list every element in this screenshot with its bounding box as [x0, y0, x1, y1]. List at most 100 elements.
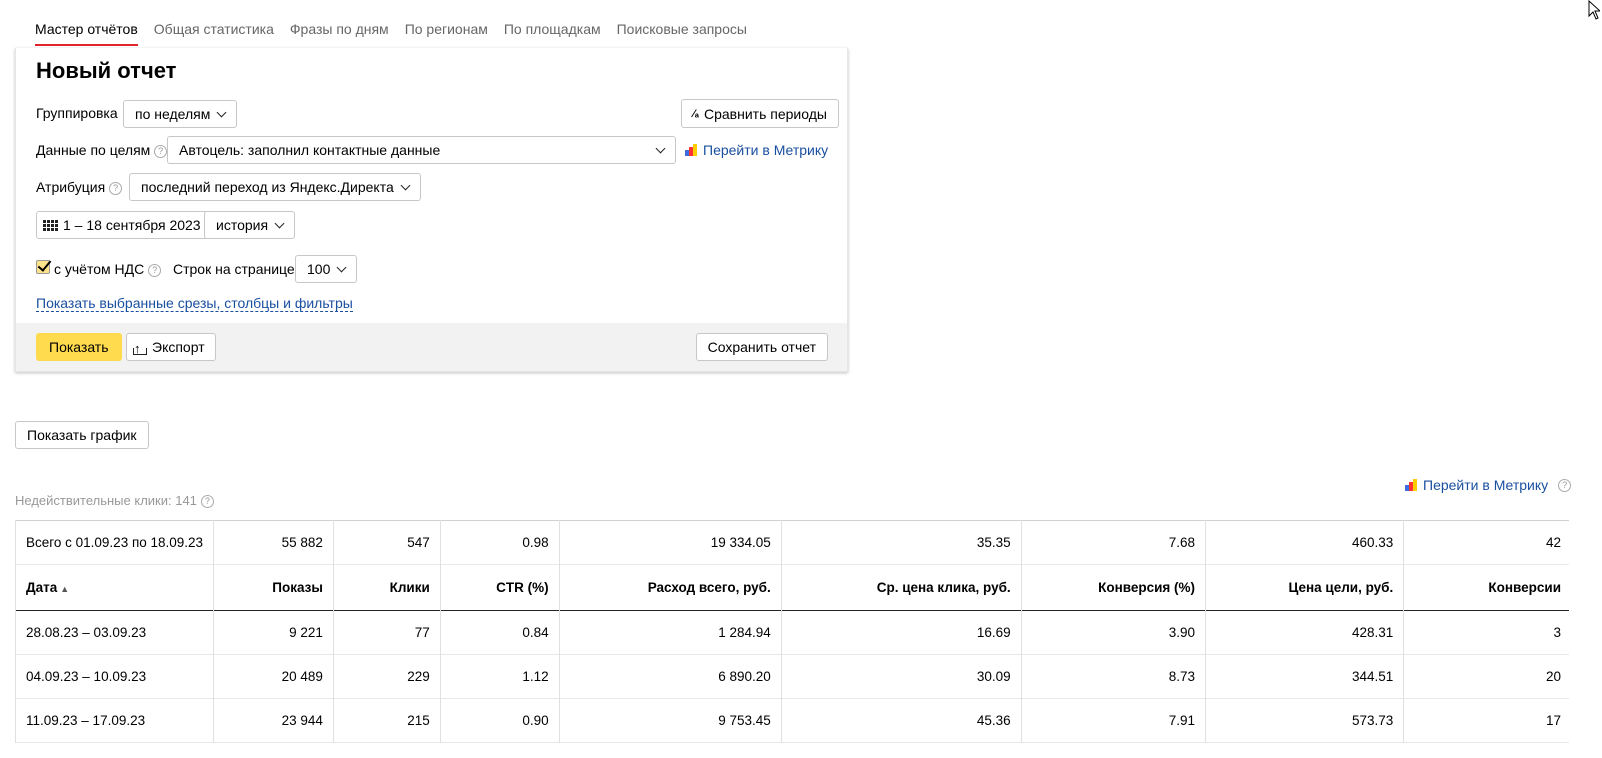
table-cell: 344.51: [1205, 654, 1405, 699]
attribution-select[interactable]: последний переход из Яндекс.Директа: [129, 173, 421, 201]
grouping-select[interactable]: по неделям: [123, 100, 238, 128]
column-header-impressions[interactable]: Показы: [213, 564, 334, 611]
tab-phrases-by-day[interactable]: Фразы по дням: [290, 18, 389, 46]
tab-search-queries[interactable]: Поисковые запросы: [617, 18, 747, 46]
help-icon[interactable]: ?: [1558, 478, 1572, 492]
help-icon[interactable]: ?: [109, 182, 123, 195]
show-filters-link[interactable]: Показать выбранные срезы, столбцы и филь…: [36, 295, 353, 312]
vat-checkbox[interactable]: [36, 260, 50, 274]
history-select[interactable]: история: [204, 211, 296, 239]
grouping-value: по неделям: [135, 106, 211, 122]
table-cell: 3.90: [1021, 610, 1207, 655]
rows-per-page-select[interactable]: 100: [295, 255, 358, 283]
vat-label: с учётом НДС?: [54, 261, 162, 277]
metrika-icon: [685, 144, 697, 156]
help-icon[interactable]: ?: [200, 495, 214, 508]
show-button[interactable]: Показать: [36, 333, 122, 361]
panel-footer: Показать Экспорт Сохранить отчет: [16, 323, 847, 371]
compare-icon: ⁄ₐ: [693, 107, 699, 120]
stats-table: Всего с 01.09.23 по 18.09.23 55 882 547 …: [14, 520, 1569, 743]
column-header-spend[interactable]: Расход всего, руб.: [559, 564, 782, 611]
totals-cell: 547: [333, 520, 441, 565]
goals-value: Автоцель: заполнил контактные данные: [179, 142, 441, 158]
totals-cell: 460.33: [1205, 520, 1405, 565]
sort-ascending-icon: ▲: [60, 584, 70, 594]
invalid-clicks-text: Недействительные клики: 141: [15, 493, 197, 508]
compare-periods-label: Сравнить периоды: [704, 105, 827, 122]
column-header-clicks[interactable]: Клики: [333, 564, 441, 611]
goals-select[interactable]: Автоцель: заполнил контактные данные: [167, 136, 676, 164]
column-header-goal-cost[interactable]: Цена цели, руб.: [1205, 564, 1405, 611]
table-cell: 7.91: [1021, 698, 1207, 743]
date-range-value: 1 – 18 сентября 2023: [63, 217, 201, 233]
chevron-down-icon: [336, 262, 347, 272]
totals-cell: Всего с 01.09.23 по 18.09.23: [14, 520, 215, 565]
totals-cell: 42: [1545, 535, 1561, 550]
go-to-metrika-link-2[interactable]: Перейти в Метрику ?: [1405, 477, 1572, 493]
attribution-label-text: Атрибуция: [36, 179, 106, 195]
totals-cell: 55 882: [213, 520, 334, 565]
totals-cell: 35.35: [781, 520, 1022, 565]
table-cell: 9 753.45: [559, 698, 782, 743]
compare-periods-button[interactable]: ⁄ₐ Сравнить периоды: [681, 99, 839, 128]
save-report-button[interactable]: Сохранить отчет: [695, 333, 828, 361]
table-cell: 229: [333, 654, 441, 699]
chevron-down-icon: [400, 180, 411, 190]
table-cell: 17: [1545, 713, 1561, 728]
page-title: Новый отчет: [36, 58, 177, 83]
column-header-ctr[interactable]: CTR (%): [440, 564, 560, 611]
export-button[interactable]: Экспорт: [126, 333, 216, 362]
help-icon[interactable]: ?: [154, 145, 168, 158]
show-chart-button[interactable]: Показать график: [15, 421, 149, 449]
table-cell: 23 944: [213, 698, 334, 743]
tab-by-regions[interactable]: По регионам: [405, 18, 488, 46]
tab-report-master[interactable]: Мастер отчётов: [35, 18, 138, 46]
metrika-icon: [1405, 479, 1417, 491]
table-cell: 573.73: [1205, 698, 1405, 743]
table-cell: 6 890.20: [559, 654, 782, 699]
table-row: 04.09.23 – 10.09.23 20 489 229 1.12 6 89…: [14, 654, 1569, 699]
table-row: 11.09.23 – 17.09.23 23 944 215 0.90 9 75…: [14, 698, 1569, 743]
table-cell: 428.31: [1205, 610, 1405, 655]
table-cell: 3: [1553, 625, 1561, 640]
table-cell: 04.09.23 – 10.09.23: [14, 654, 215, 699]
history-value: история: [216, 217, 269, 233]
table-cell: 16.69: [781, 610, 1022, 655]
table-cell: 215: [333, 698, 441, 743]
attribution-value: последний переход из Яндекс.Директа: [141, 179, 394, 195]
rows-per-page-label: Строк на странице: [173, 261, 295, 277]
column-header-conversion-rate[interactable]: Конверсия (%): [1021, 564, 1207, 611]
column-header-avg-cpc[interactable]: Ср. цена клика, руб.: [781, 564, 1022, 611]
table-cell: 8.73: [1021, 654, 1207, 699]
table-header-row: Дата ▲ Показы Клики CTR (%) Расход всего,…: [14, 564, 1569, 611]
rows-per-page-value: 100: [307, 261, 331, 277]
date-range-picker[interactable]: 1 – 18 сентября 2023: [36, 211, 214, 239]
grouping-label: Группировка: [36, 105, 118, 121]
chevron-down-icon: [655, 143, 666, 153]
column-header-conversions[interactable]: Конверсии: [1404, 565, 1569, 611]
chevron-down-icon: [216, 107, 227, 117]
report-tabs: Мастер отчётов Общая статистика Фразы по…: [35, 18, 747, 48]
table-cell: 20: [1545, 669, 1561, 684]
totals-cell: 0.98: [440, 520, 560, 565]
invalid-clicks-info: Недействительные клики: 141?: [15, 493, 214, 508]
metrika-link-label: Перейти в Метрику: [703, 142, 829, 158]
totals-cell: 19 334.05: [559, 520, 782, 565]
go-to-metrika-link[interactable]: Перейти в Метрику: [685, 142, 828, 158]
table-cell: 45.36: [781, 698, 1022, 743]
chevron-down-icon: [274, 218, 285, 228]
table-cell: 11.09.23 – 17.09.23: [14, 698, 215, 743]
table-cell: 0.84: [440, 610, 560, 655]
export-label: Экспорт: [152, 339, 205, 355]
table-cell: 1.12: [440, 654, 560, 699]
tab-by-platforms[interactable]: По площадкам: [504, 18, 601, 46]
export-icon: [133, 336, 147, 362]
tab-general-stats[interactable]: Общая статистика: [154, 18, 274, 46]
help-icon[interactable]: ?: [148, 264, 162, 277]
table-cell: 77: [333, 610, 441, 655]
column-header-date[interactable]: Дата ▲: [14, 564, 215, 611]
mouse-cursor-icon: [1588, 0, 1600, 20]
totals-row: Всего с 01.09.23 по 18.09.23 55 882 547 …: [14, 520, 1569, 565]
metrika-link-label-2: Перейти в Метрику: [1423, 477, 1549, 493]
attribution-label: Атрибуция?: [36, 179, 123, 195]
